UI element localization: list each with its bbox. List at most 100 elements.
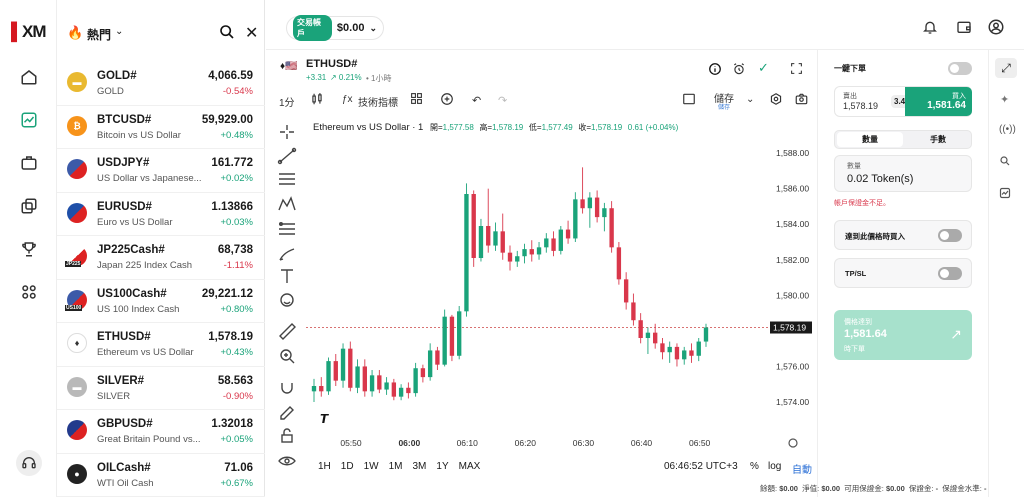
search-icon[interactable] [219, 24, 235, 45]
candle-body[interactable] [340, 348, 346, 381]
undo-icon[interactable]: ↶ [472, 94, 481, 107]
candle-body[interactable] [645, 332, 651, 338]
magnet-icon[interactable] [281, 383, 293, 394]
candle-body[interactable] [384, 382, 389, 390]
candle-body[interactable] [703, 327, 709, 342]
axis-settings-icon[interactable] [788, 438, 798, 448]
candle-body[interactable] [369, 375, 375, 392]
candle-body[interactable] [427, 350, 433, 378]
candle-body[interactable] [362, 366, 367, 392]
watchlist-row[interactable]: ₿ BTCUSD# Bitcoin vs US Dollar 59,929.00 +0.… [57, 106, 265, 149]
fib-lines-icon[interactable] [279, 173, 295, 185]
candle-body[interactable] [464, 194, 469, 312]
watchlist-row[interactable]: USDJPY# US Dollar vs Japanese... 161.772 +0… [57, 149, 265, 193]
chart-canvas[interactable]: 1,588.00 1,586.00 1,584.00 1,582.00 1,580.00… [306, 118, 816, 456]
tpsl-toggle[interactable] [938, 267, 962, 280]
layout-grid-icon[interactable] [410, 92, 423, 108]
indicators-button[interactable]: 技術指標 [358, 94, 398, 109]
candle-body[interactable] [319, 386, 324, 392]
watchlist-row[interactable]: ▬ GOLD# GOLD 4,066.59 -0.54% [57, 62, 265, 106]
chevron-down-icon[interactable]: ⌄ [115, 26, 123, 37]
interval-button[interactable]: 1分 [279, 94, 295, 109]
fullscreen-icon[interactable] [790, 62, 803, 80]
candle-body[interactable] [682, 350, 687, 360]
candle-body[interactable] [660, 343, 665, 353]
limit-order-toggle[interactable] [938, 229, 962, 242]
function-icon[interactable]: ƒx [342, 94, 353, 105]
quantity-field[interactable]: 數量 0.02 Token(s) [834, 155, 972, 192]
broadcast-icon[interactable]: ((•)) [999, 124, 1016, 135]
candle-body[interactable] [573, 199, 578, 239]
candle-body[interactable] [689, 350, 694, 356]
candle-body[interactable] [631, 302, 636, 321]
bell-icon[interactable] [922, 19, 938, 40]
candle-body[interactable] [406, 387, 411, 394]
chevron-down-icon[interactable]: ⌄ [746, 94, 754, 105]
watchlist-row[interactable]: ▬ SILVER# SILVER 58.563 -0.90% [57, 367, 265, 410]
crosshair-icon[interactable] [280, 125, 294, 139]
range-button[interactable]: MAX [459, 461, 481, 472]
range-button[interactable]: 1M [389, 461, 403, 472]
place-order-button[interactable]: 價格達到 1,581.64 時下單 ↗ [834, 310, 972, 360]
zoom-icon[interactable] [999, 154, 1011, 172]
pattern-icon[interactable] [278, 196, 296, 211]
watchlist-title[interactable]: 熱門 [87, 26, 111, 43]
candle-body[interactable] [391, 382, 397, 397]
trend-line-icon[interactable] [277, 147, 297, 165]
copy-icon[interactable] [16, 193, 42, 219]
candle-body[interactable] [420, 368, 426, 378]
candle-body[interactable] [529, 249, 534, 255]
settings-icon[interactable] [769, 92, 783, 109]
candle-body[interactable] [435, 350, 440, 365]
projection-icon[interactable] [279, 221, 295, 235]
candle-body[interactable] [311, 386, 317, 392]
ruler-icon[interactable] [279, 323, 296, 340]
support-headset-icon[interactable] [16, 450, 42, 476]
candle-body[interactable] [544, 238, 549, 248]
candle-body[interactable] [333, 361, 338, 381]
text-icon[interactable] [281, 269, 293, 283]
candle-body[interactable] [551, 238, 556, 251]
trophy-icon[interactable] [16, 236, 42, 262]
chart-icon[interactable] [16, 107, 42, 133]
range-button[interactable]: 3M [413, 461, 427, 472]
price-chart[interactable]: Ethereum vs US Dollar · 1 開=1,577.58 高=1… [306, 118, 816, 463]
candle-type-icon[interactable] [310, 92, 324, 109]
sparkle-icon[interactable]: ✦ [1000, 93, 1009, 106]
redo-icon[interactable]: ↷ [498, 94, 507, 107]
user-avatar-icon[interactable] [987, 18, 1005, 41]
square-icon[interactable] [682, 92, 696, 109]
candle-body[interactable] [674, 346, 680, 360]
percent-toggle[interactable]: % [750, 461, 759, 472]
candle-body[interactable] [457, 311, 462, 356]
candle-body[interactable] [594, 197, 600, 218]
symbol-name[interactable]: ETHUSD# [306, 58, 357, 70]
range-button[interactable]: 1Y [436, 461, 448, 472]
alarm-icon[interactable] [732, 62, 746, 81]
candle-body[interactable] [522, 249, 527, 257]
candle-body[interactable] [500, 231, 505, 253]
candle-body[interactable] [478, 226, 484, 258]
candle-body[interactable] [696, 341, 701, 356]
candle-body[interactable] [398, 387, 404, 397]
candle-body[interactable] [565, 229, 571, 239]
lock-icon[interactable] [281, 428, 293, 443]
candle-body[interactable] [558, 229, 563, 251]
range-button[interactable]: 1H [318, 461, 331, 472]
info-icon[interactable] [708, 62, 722, 81]
candle-body[interactable] [623, 279, 629, 303]
watchlist-row[interactable]: EURUSD# Euro vs US Dollar 1.13866 +0.03% [57, 193, 265, 236]
close-icon[interactable]: ✕ [245, 23, 258, 43]
watchlist-row[interactable]: US100 US100Cash# US 100 Index Cash 29,221.1… [57, 280, 265, 323]
candle-body[interactable] [609, 208, 614, 248]
candle-body[interactable] [493, 231, 498, 246]
account-selector[interactable]: 交易帳戶 $0.00 ⌄ [286, 15, 384, 41]
wallet-icon[interactable] [956, 19, 972, 40]
candle-body[interactable] [326, 361, 331, 392]
add-circle-icon[interactable] [440, 92, 454, 109]
chart-line-icon[interactable] [999, 186, 1011, 204]
eye-icon[interactable] [278, 456, 296, 466]
candle-body[interactable] [602, 208, 607, 218]
candle-body[interactable] [580, 199, 585, 209]
log-toggle[interactable]: log [768, 461, 781, 472]
